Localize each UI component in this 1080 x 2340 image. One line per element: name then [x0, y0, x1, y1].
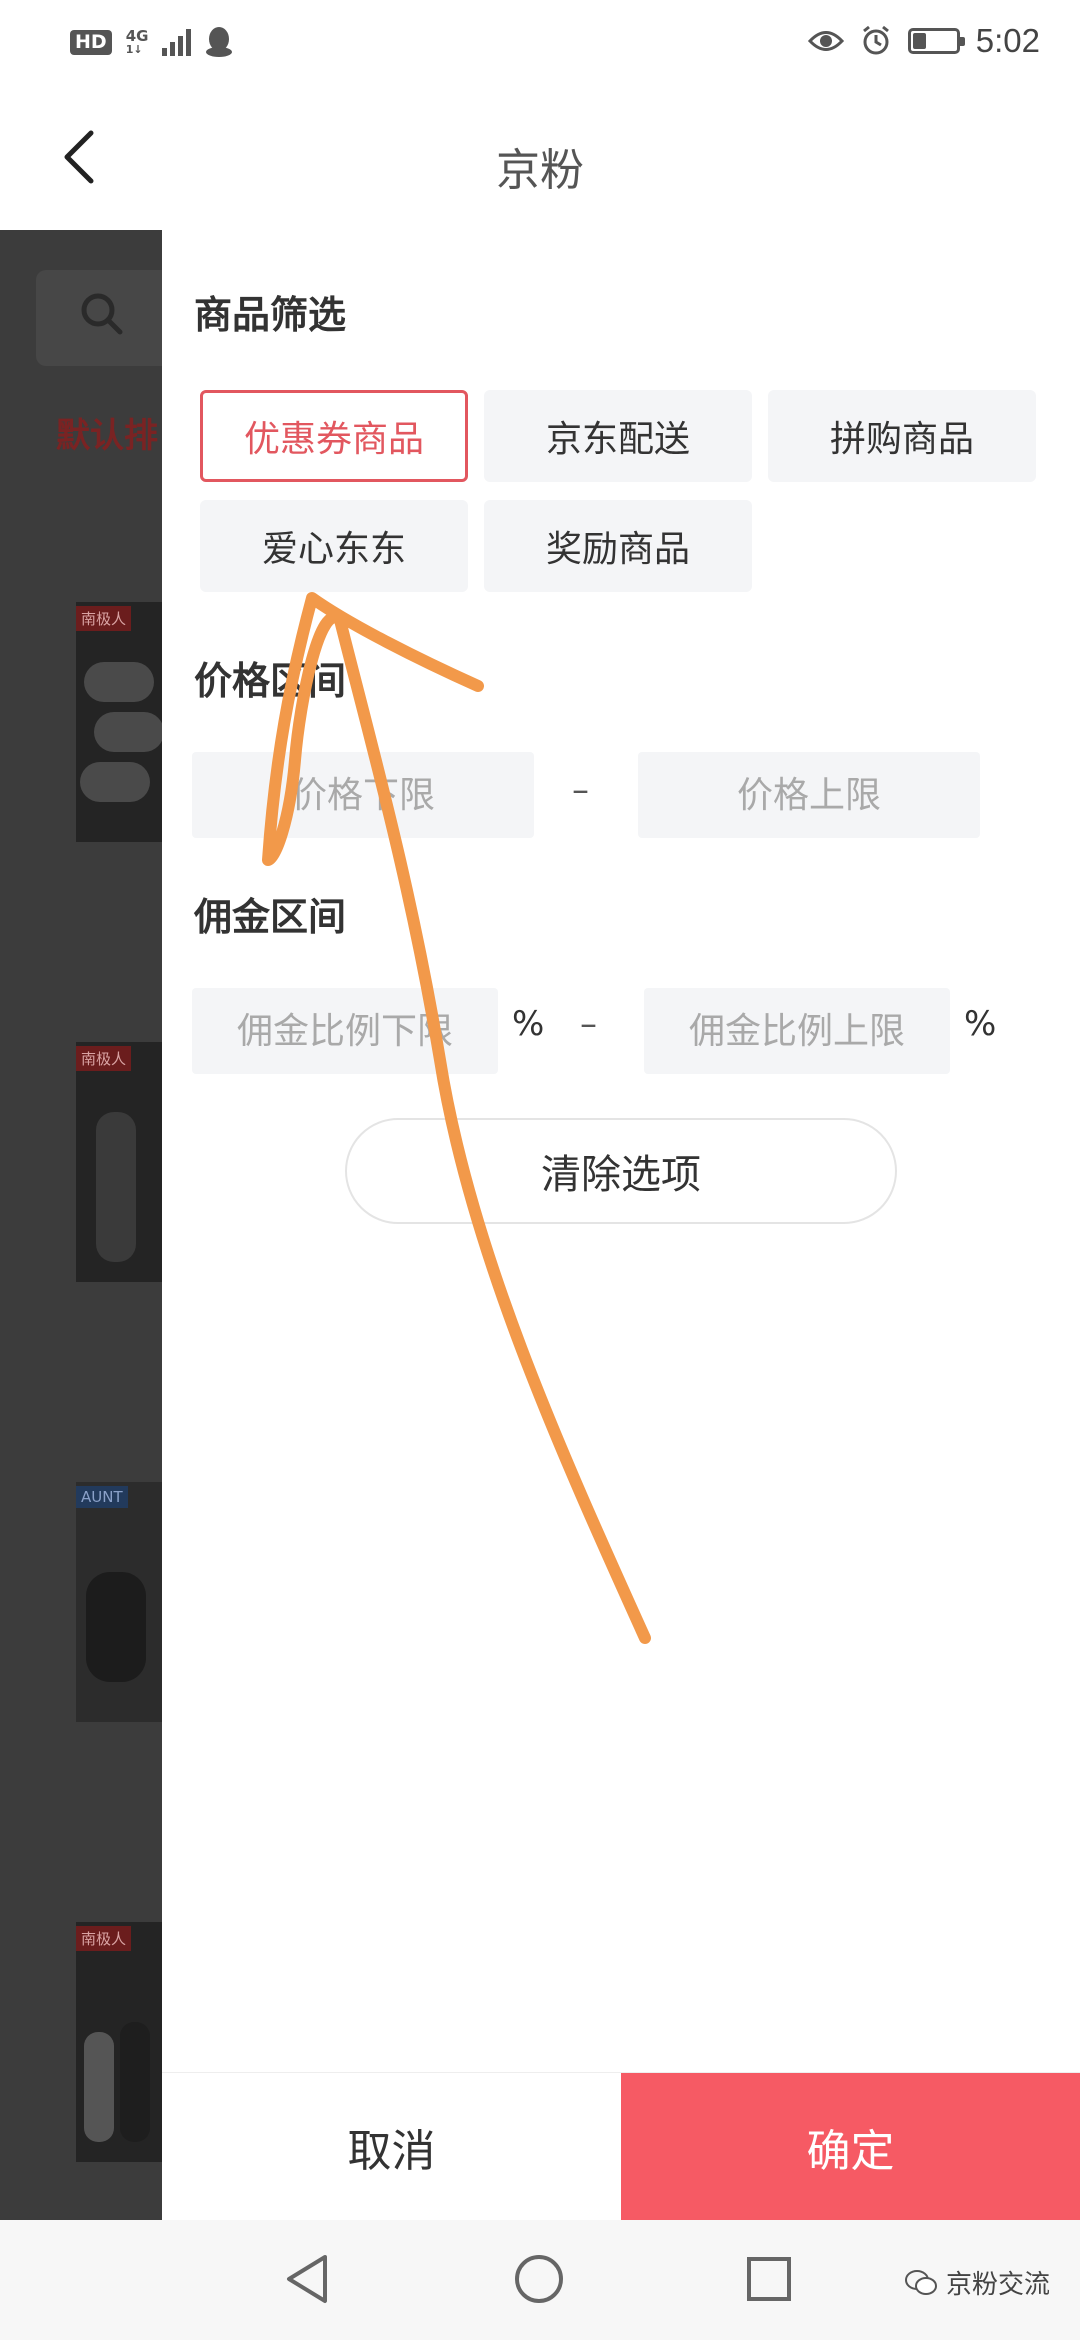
background-product-thumb: 南极人: [76, 1042, 162, 1282]
signal-icon: [162, 28, 192, 56]
chip-reward-goods[interactable]: 奖励商品: [484, 500, 752, 592]
commission-min-input[interactable]: [192, 988, 498, 1074]
commission-range-separator: –: [580, 1004, 597, 1044]
search-icon: [81, 293, 123, 335]
circle-home-icon: [515, 2255, 563, 2303]
percent-sign: %: [512, 1004, 545, 1044]
status-right: 5:02: [807, 22, 1040, 60]
background-product-thumb: AUNT: [76, 1482, 162, 1722]
price-min-input[interactable]: [192, 752, 534, 838]
status-time: 5:02: [975, 22, 1040, 59]
brand-tag: AUNT: [76, 1486, 128, 1508]
filter-action-bar: 取消 确定: [162, 2072, 1080, 2221]
system-nav-bar: 京粉交流: [0, 2220, 1080, 2340]
status-bar: HD 4G 1↓ 5:02: [0, 0, 1080, 90]
nav-recents-button[interactable]: [734, 2244, 804, 2314]
network-indicator: 4G 1↓: [125, 27, 149, 56]
background-product-list: 默认排 南极人 南极人 AUNT 南极人: [0, 230, 162, 2220]
price-range-title: 价格区间: [194, 659, 347, 703]
background-sort-label: 默认排: [56, 416, 158, 456]
wechat-icon: [904, 2269, 937, 2295]
clear-options-button[interactable]: 清除选项: [345, 1118, 897, 1224]
cancel-button[interactable]: 取消: [162, 2073, 621, 2221]
square-recents-icon: [747, 2257, 791, 2301]
goods-filter-title: 商品筛选: [194, 293, 347, 337]
watermark-text: 京粉交流: [945, 2270, 1050, 2300]
status-left: HD 4G 1↓: [70, 26, 233, 58]
chip-love-dongdong[interactable]: 爱心东东: [200, 500, 468, 592]
alarm-icon: [862, 25, 889, 55]
app-header: 京粉: [0, 90, 1080, 230]
brand-tag: 南极人: [76, 606, 132, 631]
battery-fill: [912, 33, 926, 49]
battery-icon: [907, 28, 965, 54]
brand-tag: 南极人: [76, 1926, 132, 1951]
percent-sign: %: [964, 1004, 997, 1044]
chip-coupon-goods[interactable]: 优惠券商品: [200, 390, 468, 482]
watermark: 京粉交流: [904, 2264, 1050, 2301]
nav-home-button[interactable]: [504, 2244, 574, 2314]
background-product-thumb: 南极人: [76, 602, 162, 842]
triangle-back-icon: [287, 2255, 327, 2303]
background-product-thumb: 南极人: [76, 1922, 162, 2162]
confirm-button[interactable]: 确定: [621, 2073, 1080, 2221]
filter-drawer: 商品筛选 优惠券商品 京东配送 拼购商品 爱心东东 奖励商品 价格区间 – 佣金…: [162, 230, 1080, 2220]
commission-range-title: 佣金区间: [194, 895, 347, 939]
chip-group-buy[interactable]: 拼购商品: [768, 390, 1036, 482]
page-title: 京粉: [496, 145, 584, 196]
price-max-input[interactable]: [638, 752, 980, 838]
nav-back-button[interactable]: [272, 2244, 342, 2314]
hd-badge: HD: [70, 29, 112, 55]
network-type: 4G: [125, 27, 149, 45]
qq-icon: [206, 27, 233, 57]
price-range-separator: –: [572, 770, 589, 810]
eye-comfort-icon: [807, 31, 844, 51]
commission-max-input[interactable]: [644, 988, 950, 1074]
chip-jd-delivery[interactable]: 京东配送: [484, 390, 752, 482]
brand-tag: 南极人: [76, 1046, 132, 1071]
network-activity: 1↓: [125, 43, 143, 56]
